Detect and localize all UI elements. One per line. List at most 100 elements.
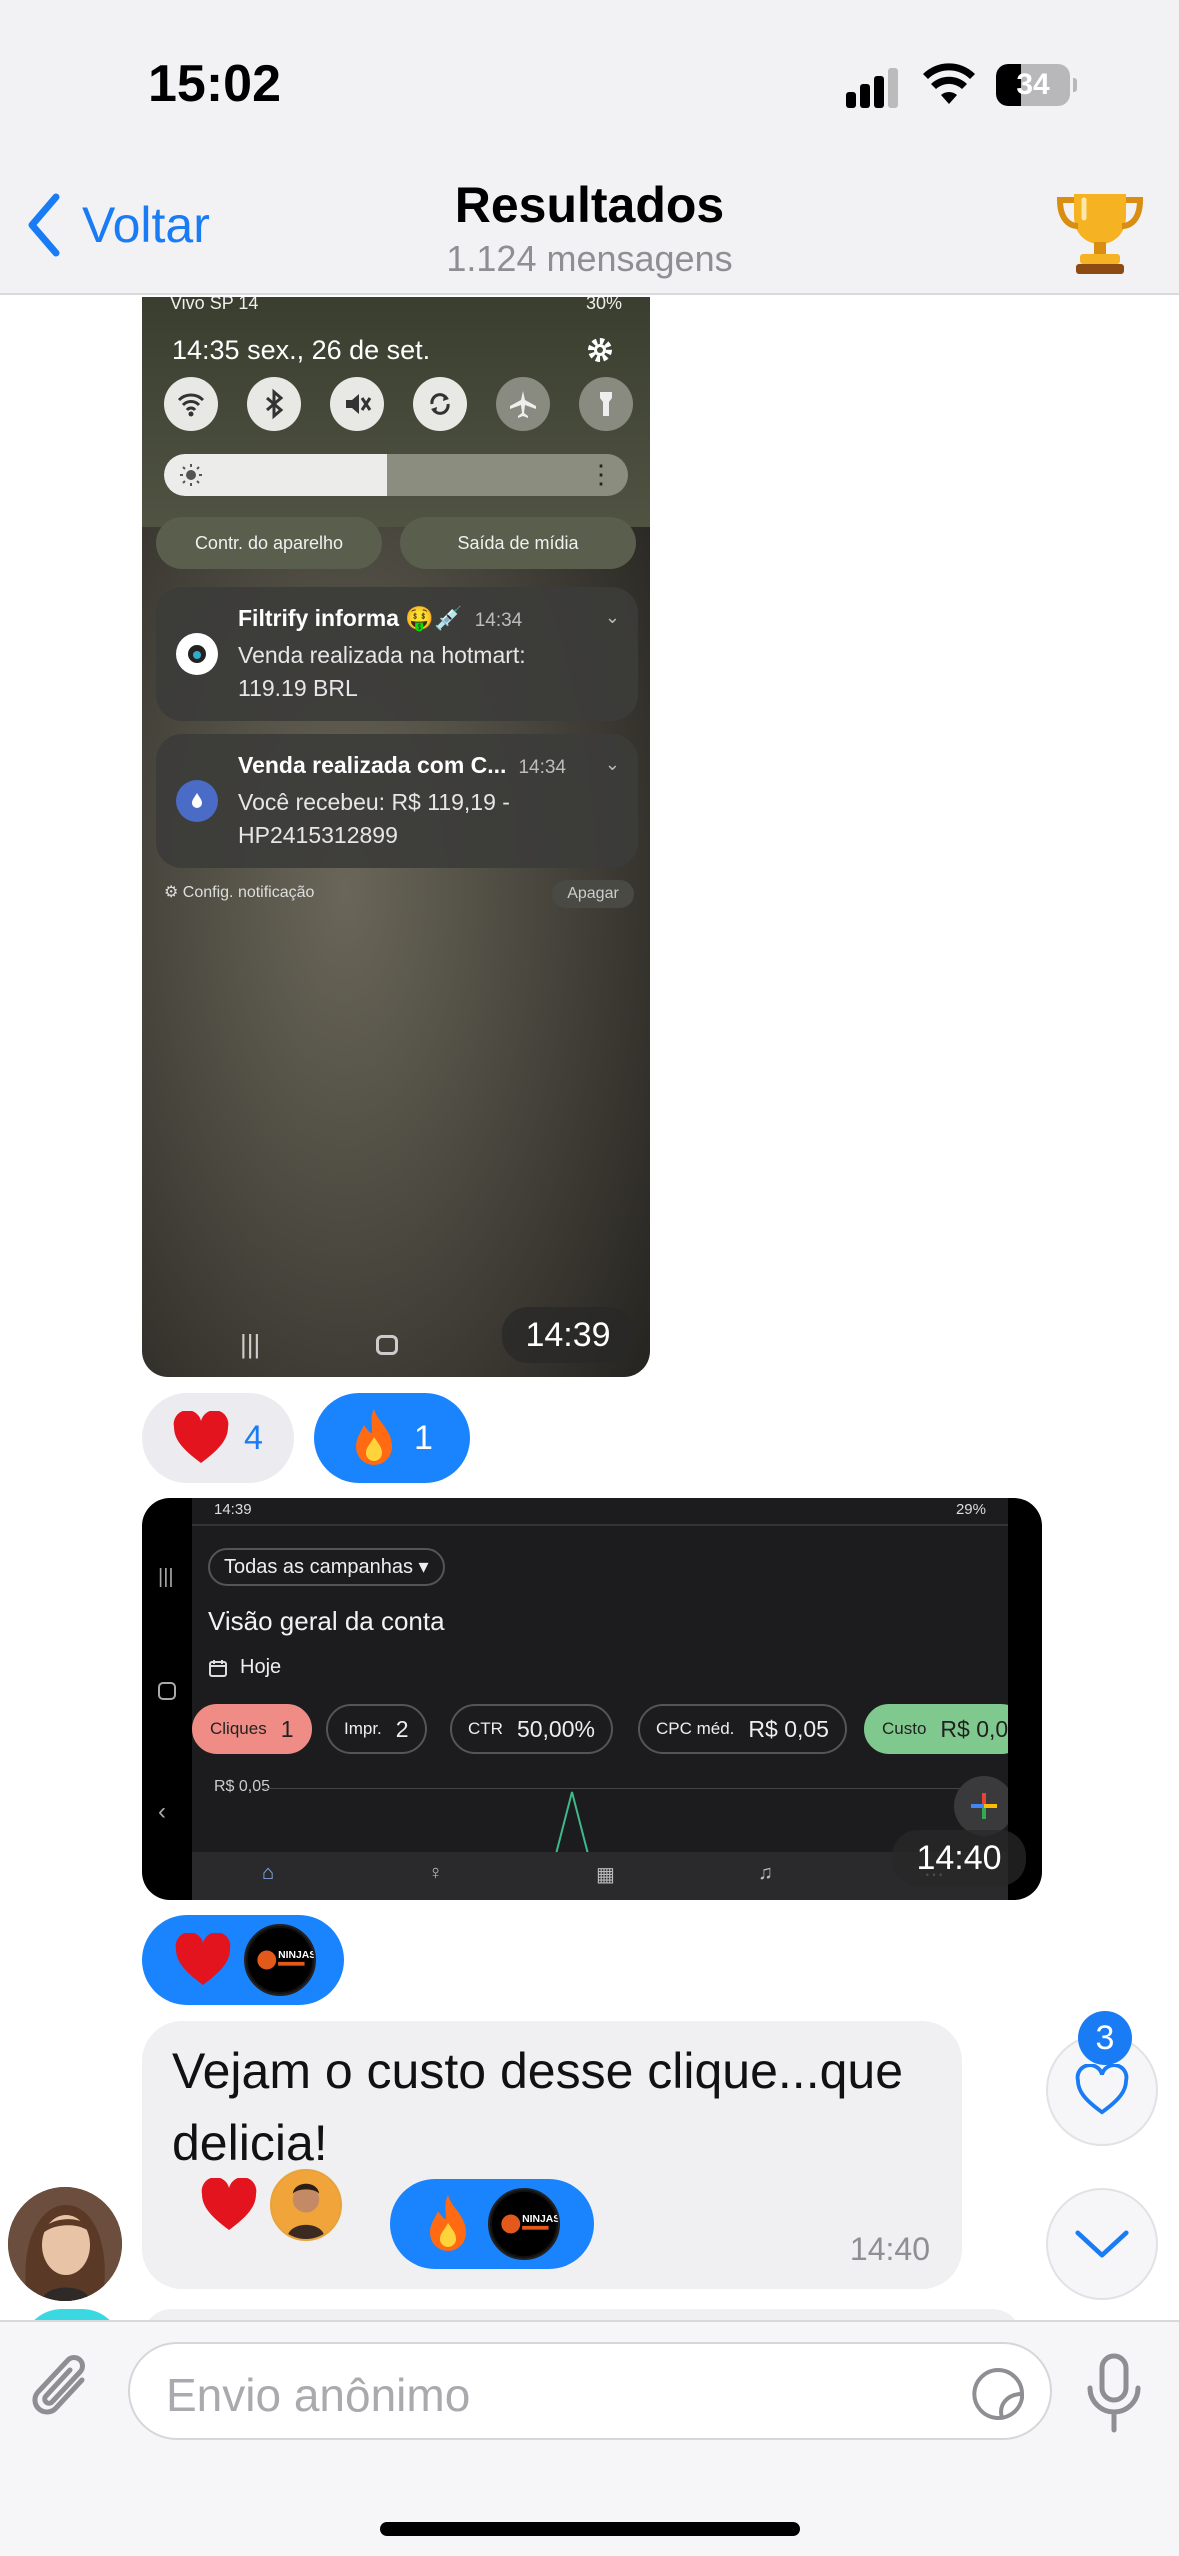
fire-icon	[430, 2195, 466, 2251]
metric-chip-ctr[interactable]: CTR 50,00%	[450, 1704, 613, 1754]
notification-title: Venda realizada com C... 14:34	[238, 752, 566, 778]
image-timestamp: 14:39	[502, 1307, 634, 1363]
reaction-fire[interactable]: 1	[314, 1393, 470, 1483]
chart-label: R$ 0,05	[214, 1778, 271, 1795]
recent-apps-icon: |||	[240, 1329, 261, 1359]
message-text: Vejam o custo desse clique...que delicia…	[172, 2043, 904, 2171]
message-input[interactable]: Envio anônimo	[128, 2342, 1052, 2440]
message-count: 1.124 mensagens	[446, 238, 733, 279]
signal-icon	[846, 68, 902, 108]
battery-percent: 34	[1016, 68, 1050, 101]
plus-icon	[971, 1793, 997, 1819]
device-control-button[interactable]: Contr. do aparelho	[156, 517, 382, 569]
metric-chip-cliques[interactable]: Cliques 1	[192, 1704, 312, 1754]
reaction-count: 1	[414, 1418, 433, 1457]
user-avatar	[270, 2169, 342, 2241]
message-composer: Envio anônimo	[0, 2320, 1179, 2556]
app-icon	[176, 633, 218, 675]
metric-chip-cpc[interactable]: CPC méd. R$ 0,05	[638, 1704, 847, 1754]
date-range[interactable]: Hoje	[208, 1656, 281, 1679]
next-sender-avatar	[22, 2309, 122, 2320]
heart-icon	[201, 2178, 257, 2230]
image-message-phone-notifications[interactable]: Vivo SP 14 30% 14:35 sex., 26 de set. ⋮ …	[142, 297, 650, 1377]
ads-bottom-nav: ⌂ ♀ ▦ ♫ ⋯	[192, 1852, 1008, 1900]
svg-text:NINJAS: NINJAS	[278, 1950, 314, 1961]
phone-time: 14:39	[214, 1501, 252, 1518]
chevron-down-icon[interactable]: ⌄	[605, 754, 620, 775]
notification-card[interactable]: Filtrify informa 🤑💉 14:34 Venda realizada…	[156, 587, 638, 721]
clear-button[interactable]: Apagar	[552, 880, 634, 908]
brightness-slider[interactable]: ⋮	[164, 454, 628, 496]
heart-outline-icon	[1075, 2064, 1129, 2115]
scroll-down-button[interactable]	[1046, 2188, 1158, 2300]
home-icon	[376, 1335, 398, 1355]
notification-card[interactable]: Venda realizada com C... 14:34 Você receb…	[156, 734, 638, 868]
more-icon: ⋮	[588, 459, 614, 489]
trophy-icon[interactable]	[1052, 182, 1148, 278]
mute-icon	[330, 377, 384, 431]
fire-icon	[356, 1409, 392, 1465]
gear-icon	[588, 338, 612, 362]
quick-panel: Vivo SP 14 30% 14:35 sex., 26 de set. ⋮	[142, 297, 650, 527]
airplane-icon	[496, 377, 550, 431]
media-output-button[interactable]: Saída de mídia	[400, 517, 636, 569]
reaction-heart[interactable]: 4	[142, 1393, 294, 1483]
campaign-dropdown[interactable]: Todas as campanhas ▾	[208, 1548, 445, 1586]
wifi-icon	[923, 63, 975, 104]
phone-battery-label: 29%	[955, 1501, 986, 1518]
sun-icon	[180, 464, 202, 486]
metric-chip-impressions[interactable]: Impr. 2	[326, 1704, 427, 1754]
add-button[interactable]	[954, 1776, 1008, 1836]
home-indicator	[380, 2522, 800, 2536]
paperclip-icon[interactable]	[28, 2350, 100, 2430]
chevron-down-icon[interactable]: ⌄	[605, 607, 620, 628]
carrier-label: Vivo SP 14	[170, 297, 259, 313]
reaction-fire-with-avatar[interactable]: NINJAS	[390, 2179, 594, 2269]
microphone-icon[interactable]	[1082, 2352, 1146, 2436]
calendar-icon	[209, 1659, 227, 1677]
message-bubble[interactable]: Vejam o custo desse clique...que delicia…	[142, 2021, 962, 2289]
campaigns-nav-icon: ▦	[596, 1864, 615, 1886]
status-time: 15:02	[148, 55, 281, 113]
back-nav-icon: ‹	[158, 1798, 166, 1825]
phone-battery-label: 30%	[585, 297, 622, 313]
reaction-heart-with-avatar[interactable]	[200, 2169, 342, 2241]
heart-icon	[175, 1933, 231, 1985]
bluetooth-icon	[247, 377, 301, 431]
home-nav-icon: ⌂	[262, 1862, 275, 1884]
next-message-bubble	[142, 2309, 1022, 2320]
ninjas-avatar: NINJAS	[488, 2188, 560, 2260]
home-icon	[158, 1682, 176, 1700]
flashlight-icon	[579, 377, 633, 431]
insights-nav-icon: ♀	[428, 1862, 443, 1884]
overview-heading: Visão geral da conta	[208, 1606, 445, 1636]
page-title: Resultados	[454, 177, 725, 233]
sender-avatar[interactable]	[8, 2187, 122, 2301]
reaction-heart-with-avatar[interactable]: NINJAS	[142, 1915, 344, 2005]
sticker-icon[interactable]	[968, 2364, 1028, 2424]
wifi-icon	[164, 377, 218, 431]
chevron-down-icon	[1075, 2230, 1129, 2258]
image-message-ads-dashboard[interactable]: ||| ‹ 14:39 29% Todas as campanhas ▾ Vis…	[142, 1498, 1042, 1900]
notification-title: Filtrify informa 🤑💉 14:34	[238, 605, 523, 631]
image-timestamp: 14:40	[892, 1830, 1026, 1886]
notification-body: Você recebeu: R$ 119,19 - HP2415312899	[238, 789, 510, 848]
chat-area[interactable]: Vivo SP 14 30% 14:35 sex., 26 de set. ⋮ …	[0, 297, 1179, 2320]
notification-settings-link[interactable]: ⚙ Config. notificação	[164, 882, 314, 902]
nav-header: Voltar Resultados 1.124 mensagens	[0, 160, 1179, 295]
recent-apps-icon: |||	[158, 1566, 174, 1588]
quick-settings-row	[164, 377, 634, 435]
chart-line	[555, 1791, 589, 1854]
phone-datetime: 14:35 sex., 26 de set.	[172, 335, 431, 365]
input-placeholder: Envio anônimo	[166, 2369, 471, 2421]
ninjas-avatar: NINJAS	[244, 1924, 316, 1996]
notifications-nav-icon: ♫	[758, 1862, 773, 1884]
heart-icon	[173, 1411, 229, 1463]
rotate-icon	[413, 377, 467, 431]
metric-chip-custo[interactable]: Custo R$ 0,0	[864, 1704, 1008, 1754]
notification-body: Venda realizada na hotmart: 119.19 BRL	[238, 642, 526, 701]
ads-screen: 14:39 29% Todas as campanhas ▾ Visão ger…	[192, 1498, 1008, 1900]
app-icon	[176, 780, 218, 822]
message-time: 14:40	[849, 2231, 930, 2267]
battery-icon: 34	[996, 64, 1077, 106]
